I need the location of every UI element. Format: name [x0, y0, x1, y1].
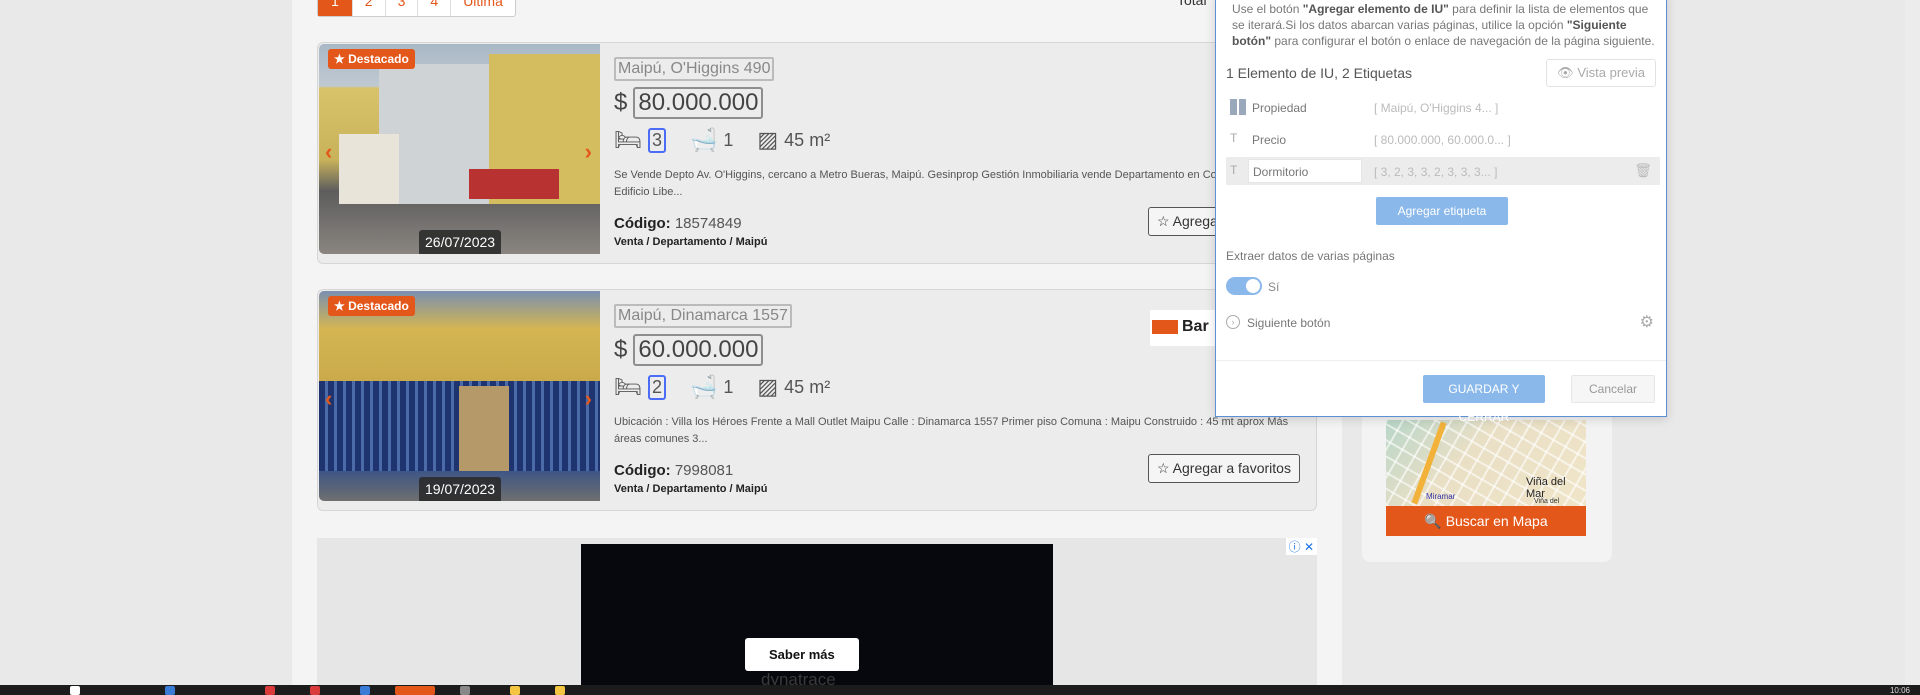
- app-icon[interactable]: [555, 686, 565, 695]
- listing-date: 19/07/2023: [419, 477, 502, 501]
- cancel-button[interactable]: Cancelar: [1571, 375, 1655, 403]
- field-values: [ 80.000.000, 60.000.0... ]: [1374, 133, 1511, 147]
- arrow-right-circle-icon: ›: [1226, 315, 1240, 329]
- gear-icon[interactable]: ⚙: [1640, 312, 1654, 332]
- preview-button[interactable]: 👁 Vista previa: [1546, 59, 1656, 87]
- field-name: Propiedad: [1252, 101, 1307, 115]
- app-icon[interactable]: [265, 686, 275, 695]
- listing-address[interactable]: Maipú, Dinamarca 1557: [614, 304, 792, 328]
- prev-photo-icon[interactable]: ‹: [325, 386, 332, 412]
- page-4-link[interactable]: 4: [417, 0, 450, 16]
- next-button-label: Siguiente botón: [1247, 316, 1331, 330]
- last-page-link[interactable]: Última: [450, 0, 515, 16]
- listing-photo[interactable]: ★ Destacado ‹ › 26/07/2023: [319, 44, 600, 254]
- field-name-input[interactable]: Dormitorio: [1248, 159, 1362, 183]
- bed-icon: 🛏: [614, 374, 642, 399]
- featured-badge: ★ Destacado: [328, 49, 415, 69]
- app-icon[interactable]: [165, 686, 175, 695]
- next-photo-icon[interactable]: ›: [585, 139, 592, 165]
- ad-video[interactable]: Saber más dynatrace: [581, 544, 1053, 689]
- search-icon[interactable]: [70, 686, 80, 695]
- clock: 10:06: [1889, 686, 1910, 695]
- dialog-help-text: Use el botón "Agregar elemento de IU" pa…: [1232, 2, 1655, 48]
- page-3-link[interactable]: 3: [384, 0, 418, 16]
- field-row-precio[interactable]: T Precio [ 80.000.000, 60.000.0... ]: [1226, 125, 1660, 153]
- dialog-footer: GUARDAR Y CERRAR Cancelar: [1216, 360, 1666, 424]
- listing-description: Ubicación : Villa los Héroes Frente a Ma…: [614, 416, 1289, 445]
- area-value: 45 m²: [784, 129, 831, 150]
- bathrooms-count: 1: [723, 129, 734, 150]
- listing-date: 26/07/2023: [419, 230, 502, 254]
- listing-category: Venta / Departamento / Maipú: [614, 236, 768, 248]
- agency-logo[interactable]: Bar: [1150, 310, 1218, 346]
- trash-icon[interactable]: 🗑: [1634, 162, 1652, 179]
- os-taskbar: 10:06: [0, 685, 1920, 695]
- listing-address[interactable]: Maipú, O'Higgins 490: [614, 57, 775, 81]
- text-field-icon: T: [1230, 163, 1238, 177]
- field-name: Precio: [1252, 133, 1287, 147]
- listing-card[interactable]: ★ Destacado ‹ › 19/07/2023 Maipú, Dinama…: [317, 289, 1317, 511]
- building-photo: [319, 291, 600, 501]
- toggle-label: Sí: [1268, 280, 1280, 294]
- total-label: Total: [1177, 0, 1207, 8]
- next-button-row[interactable]: › Siguiente botón ⚙: [1226, 313, 1660, 335]
- dialog-summary: 1 Elemento de IU, 2 Etiquetas: [1226, 65, 1412, 81]
- area-value: 45 m²: [784, 376, 831, 397]
- search-on-map-button[interactable]: 🔍 Buscar en Mapa: [1386, 506, 1586, 536]
- search-icon: 🔍: [1424, 513, 1442, 529]
- bathtub-icon: 🛁: [689, 374, 718, 399]
- bedrooms-count: 3: [647, 127, 666, 153]
- eye-icon: 👁: [1557, 65, 1574, 80]
- multi-page-label: Extraer datos de varias páginas: [1226, 249, 1395, 263]
- field-row-propiedad[interactable]: Propiedad [ Maipú, O'Higgins 4... ]: [1226, 93, 1660, 121]
- listing-category: Venta / Departamento / Maipú: [614, 483, 768, 495]
- bathtub-icon: 🛁: [689, 127, 718, 152]
- ad-choices-icon[interactable]: ⓘ ✕: [1285, 538, 1317, 555]
- learn-more-button[interactable]: Saber más: [745, 638, 859, 671]
- app-icon[interactable]: [460, 686, 470, 695]
- listing-card[interactable]: ★ Destacado ‹ › 26/07/2023 Maipú, O'Higg…: [317, 42, 1317, 264]
- active-app-icon[interactable]: [395, 686, 435, 695]
- advertisement: ⓘ ✕ Saber más dynatrace: [317, 538, 1317, 689]
- dialog-header: 1 Elemento de IU, 2 Etiquetas 👁 Vista pr…: [1226, 59, 1656, 87]
- next-photo-icon[interactable]: ›: [585, 386, 592, 412]
- field-values: [ Maipú, O'Higgins 4... ]: [1374, 101, 1499, 115]
- bathrooms-count: 1: [723, 376, 734, 397]
- bedrooms-count: 2: [647, 374, 666, 400]
- listing-price: 80.000.000: [633, 87, 764, 119]
- page-scrollbar[interactable]: [1905, 0, 1920, 685]
- price-row: $ 80.000.000: [614, 87, 1294, 119]
- app-icon[interactable]: [360, 686, 370, 695]
- multi-page-toggle[interactable]: [1226, 277, 1262, 295]
- currency-symbol: $: [614, 89, 628, 116]
- text-field-icon: T: [1230, 131, 1238, 145]
- listing-description: Se Vende Depto Av. O'Higgins, cercano a …: [614, 169, 1262, 198]
- listing-price: 60.000.000: [633, 334, 764, 366]
- page-2-link[interactable]: 2: [351, 0, 385, 16]
- list-grid-icon: [1230, 99, 1246, 115]
- bed-icon: 🛏: [614, 127, 642, 152]
- listing-photo[interactable]: ★ Destacado ‹ › 19/07/2023: [319, 291, 600, 501]
- map-thumbnail[interactable]: Viña del Mar Miramar Viña del: [1386, 420, 1586, 506]
- features-row: 🛏 3 🛁 1 ▨ 45 m²: [614, 127, 1294, 153]
- field-row-dormitorio[interactable]: T Dormitorio [ 3, 2, 3, 3, 2, 3, 3, 3...…: [1226, 157, 1660, 185]
- scraper-dialog: Use el botón "Agregar elemento de IU" pa…: [1215, 0, 1667, 424]
- folder-icon[interactable]: [510, 686, 520, 695]
- page-1-link[interactable]: 1: [318, 0, 352, 16]
- add-to-favorites-button[interactable]: ☆ Agregar a favoritos: [1148, 454, 1300, 483]
- prev-photo-icon[interactable]: ‹: [325, 139, 332, 165]
- add-tag-button[interactable]: Agregar etiqueta: [1376, 197, 1508, 225]
- field-values: [ 3, 2, 3, 3, 2, 3, 3, 3... ]: [1374, 165, 1498, 179]
- save-and-close-button[interactable]: GUARDAR Y CERRAR: [1423, 375, 1545, 424]
- featured-badge: ★ Destacado: [328, 296, 415, 316]
- area-icon: ▨: [757, 127, 779, 152]
- pagination: 1 2 3 4 Última: [317, 0, 516, 17]
- building-photo: [319, 44, 600, 254]
- area-icon: ▨: [757, 374, 779, 399]
- app-icon[interactable]: [310, 686, 320, 695]
- currency-symbol: $: [614, 336, 628, 363]
- features-row: 🛏 2 🛁 1 ▨ 45 m²: [614, 374, 1294, 400]
